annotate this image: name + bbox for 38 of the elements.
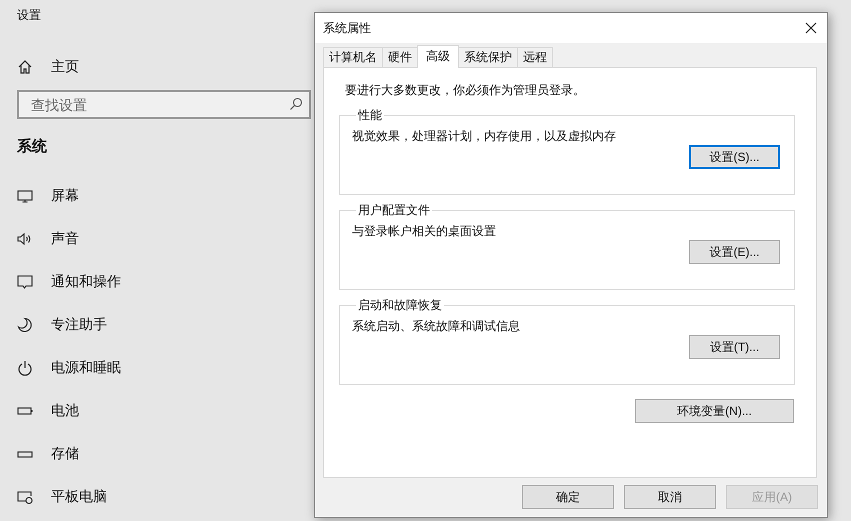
monitor-icon <box>17 188 33 204</box>
nav-item[interactable]: 专注助手 <box>51 316 107 334</box>
group-title: 性能 <box>356 107 383 124</box>
tablet-icon <box>17 489 33 505</box>
tab[interactable]: 计算机名 <box>323 47 383 67</box>
group-description: 系统启动、系统故障和调试信息 <box>352 318 521 335</box>
tab[interactable]: 远程 <box>517 47 553 67</box>
section-heading: 系统 <box>17 137 47 156</box>
power-icon <box>17 360 33 376</box>
home-link[interactable]: 主页 <box>51 58 79 76</box>
search-icon <box>289 97 303 111</box>
dialog-title: 系统属性 <box>323 20 371 36</box>
settings-button[interactable]: 设置(S)... <box>689 145 780 169</box>
group-description: 与登录帐户相关的桌面设置 <box>352 223 497 240</box>
nav-item[interactable]: 通知和操作 <box>51 273 121 291</box>
speaker-icon <box>17 231 33 247</box>
moon-icon <box>17 317 33 333</box>
nav-item[interactable]: 电源和睡眠 <box>51 359 121 377</box>
speech-bubble-icon <box>17 274 33 290</box>
nav-item[interactable]: 存储 <box>51 445 79 463</box>
home-icon <box>17 59 33 75</box>
nav-item[interactable]: 屏幕 <box>51 187 79 205</box>
search-field[interactable]: 查找设置 <box>17 90 311 119</box>
settings-button[interactable]: 设置(T)... <box>689 335 780 359</box>
window-title: 设置 <box>17 7 41 24</box>
dialog-button[interactable]: 取消 <box>624 485 716 509</box>
nav-item[interactable]: 平板电脑 <box>51 488 107 506</box>
group-title: 启动和故障恢复 <box>357 297 443 314</box>
group-description: 视觉效果，处理器计划，内存使用，以及虚拟内存 <box>352 128 617 145</box>
tab[interactable]: 高级 <box>417 45 459 68</box>
settings-button[interactable]: 设置(E)... <box>689 240 780 264</box>
dialog-button[interactable]: 确定 <box>522 485 614 509</box>
notice-text: 要进行大多数更改，你必须作为管理员登录。 <box>345 82 586 99</box>
nav-item[interactable]: 电池 <box>51 402 79 420</box>
nav-item[interactable]: 声音 <box>51 230 79 248</box>
environment-variables-button[interactable]: 环境变量(N)... <box>635 399 794 423</box>
group-title: 用户配置文件 <box>357 202 431 219</box>
close-icon[interactable] <box>805 22 817 34</box>
